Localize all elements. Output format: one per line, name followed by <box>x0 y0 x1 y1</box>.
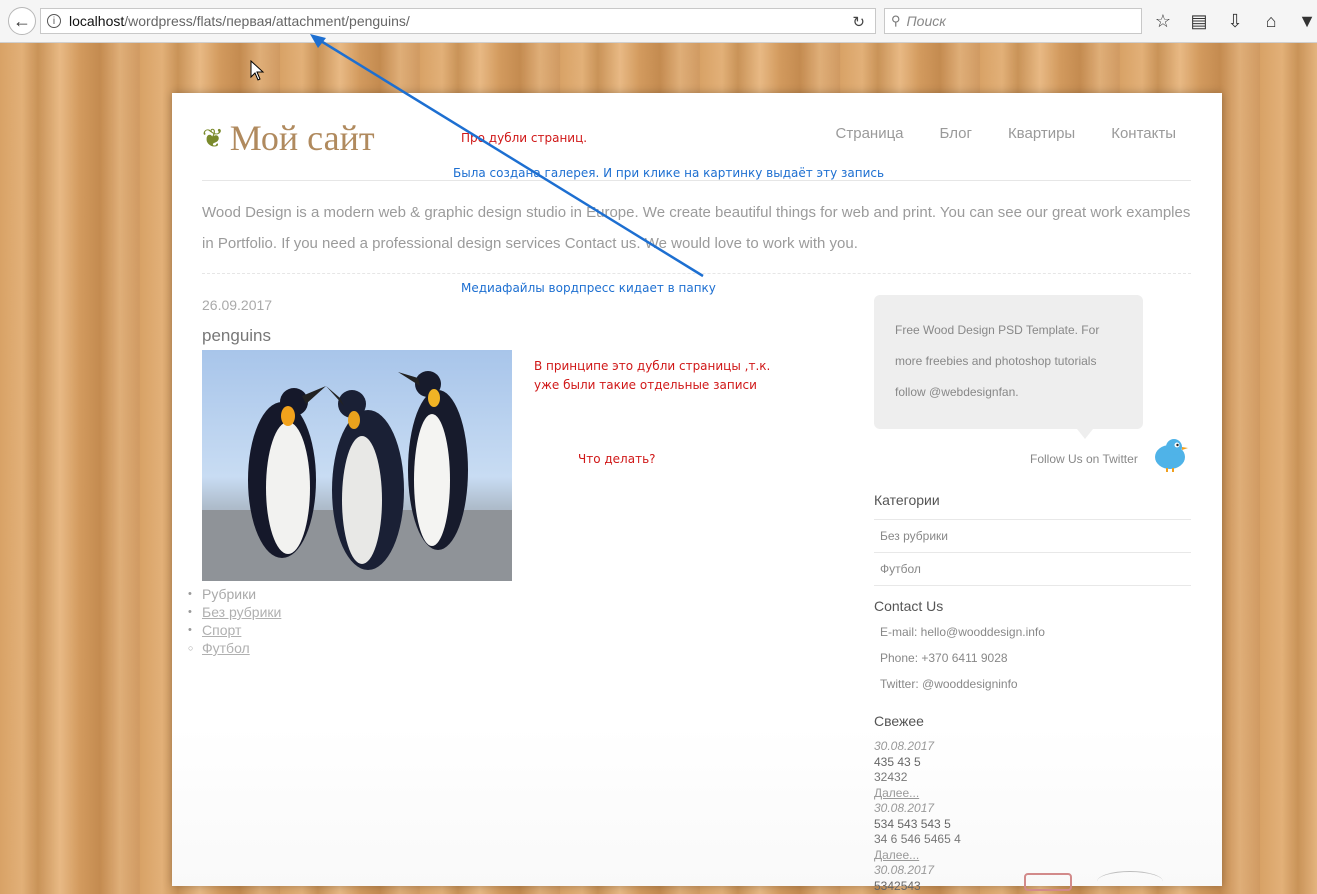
annotation-media: Медиафайлы вордпресс кидает в папку <box>461 281 716 295</box>
penguins-image[interactable] <box>202 350 512 581</box>
read-more-link[interactable]: Далее... <box>874 848 961 864</box>
nav-item-flats[interactable]: Квартиры <box>1008 125 1075 142</box>
main-nav: Страница Блог Квартиры Контакты <box>836 125 1176 142</box>
recent-excerpt: 34 6 546 5465 4 <box>874 832 961 848</box>
post-title: penguins <box>202 326 271 346</box>
url-path: /wordpress/flats/первая/attachment/pengu… <box>124 13 409 29</box>
browser-toolbar: ← i localhost/wordpress/flats/первая/att… <box>0 0 1317 43</box>
bubble-tail <box>1077 429 1093 439</box>
annotation-note-line2: уже были такие отдельные записи <box>534 378 757 392</box>
term-link-no-category[interactable]: Без рубрики <box>202 604 281 620</box>
recent-excerpt: 32432 <box>874 770 961 786</box>
download-icon[interactable]: ⇩ <box>1224 10 1246 32</box>
recent-title: Свежее <box>874 713 924 729</box>
home-icon[interactable]: ⌂ <box>1260 10 1282 32</box>
site-logo[interactable]: ❦ Мой сайт <box>202 117 375 159</box>
annotation-note-line1: В принципе это дубли страницы ,т.к. <box>534 359 770 373</box>
nav-item-blog[interactable]: Блог <box>940 125 972 142</box>
category-item[interactable]: Футбол <box>874 552 1191 586</box>
contact-twitter: Twitter: @wooddesigninfo <box>880 677 1018 691</box>
nav-item-contacts[interactable]: Контакты <box>1111 125 1176 142</box>
back-arrow-icon[interactable]: ← <box>8 7 36 35</box>
recent-post-title[interactable]: 534 543 543 5 <box>874 817 961 833</box>
read-more-link[interactable]: Далее... <box>874 786 961 802</box>
intro-text: Wood Design is a modern web & graphic de… <box>202 197 1192 259</box>
nav-item-page[interactable]: Страница <box>836 125 904 142</box>
term-link-sport[interactable]: Спорт <box>202 622 241 638</box>
post-date: 26.09.2017 <box>202 297 272 313</box>
contact-phone: Phone: +370 6411 9028 <box>880 651 1008 665</box>
contact-title: Contact Us <box>874 598 943 614</box>
recent-date: 30.08.2017 <box>874 863 961 879</box>
recent-posts: 30.08.2017 435 43 5 32432 Далее... 30.08… <box>874 739 961 894</box>
twitter-bird-icon[interactable] <box>1150 433 1190 473</box>
site-page: ❦ Мой сайт Страница Блог Квартиры Контак… <box>172 93 1222 886</box>
annotation-question: Что делать? <box>578 452 656 466</box>
page-fade <box>172 726 1222 886</box>
recent-date: 30.08.2017 <box>874 739 961 755</box>
term-link-football[interactable]: Футбол <box>202 640 250 656</box>
info-icon[interactable]: i <box>47 14 61 28</box>
bookmark-star-icon[interactable]: ☆ <box>1152 10 1174 32</box>
pocket-icon[interactable]: ▼ <box>1296 10 1317 32</box>
category-item[interactable]: Без рубрики <box>874 519 1191 552</box>
grass-icon: ❦ <box>202 123 224 154</box>
annotation-duplicates: Про дубли страниц. <box>461 131 587 145</box>
search-icon: ⚲ <box>891 13 901 29</box>
logo-text: Мой сайт <box>230 117 375 159</box>
divider <box>202 273 1191 274</box>
terms-heading: Рубрики <box>202 585 281 603</box>
url-host: localhost <box>69 13 124 29</box>
twitter-bubble: Free Wood Design PSD Template. For more … <box>874 295 1143 429</box>
annotation-gallery: Была создана галерея. И при клике на кар… <box>453 166 884 180</box>
divider <box>202 180 1191 181</box>
categories-list: Без рубрики Футбол <box>874 519 1191 586</box>
url-bar[interactable]: i localhost/wordpress/flats/первая/attac… <box>40 8 876 34</box>
url-text[interactable]: localhost/wordpress/flats/первая/attachm… <box>69 13 410 29</box>
post-terms: Рубрики Без рубрики Спорт Футбол <box>202 585 281 657</box>
search-input[interactable]: ⚲ Поиск <box>884 8 1142 34</box>
mouse-cursor-icon <box>250 60 266 82</box>
badge-icon <box>1024 873 1072 891</box>
signature-swirl-icon <box>1097 871 1163 892</box>
recent-date: 30.08.2017 <box>874 801 961 817</box>
search-placeholder: Поиск <box>907 13 946 29</box>
reload-icon[interactable]: ↻ <box>852 13 865 31</box>
recent-post-title[interactable]: 435 43 5 <box>874 755 961 771</box>
recent-post-title[interactable]: 5342543 <box>874 879 961 894</box>
follow-twitter-link[interactable]: Follow Us on Twitter <box>1030 452 1138 466</box>
reading-list-icon[interactable]: ▤ <box>1188 10 1210 32</box>
contact-email: E-mail: hello@wooddesign.info <box>880 625 1045 639</box>
categories-title: Категории <box>874 492 940 508</box>
